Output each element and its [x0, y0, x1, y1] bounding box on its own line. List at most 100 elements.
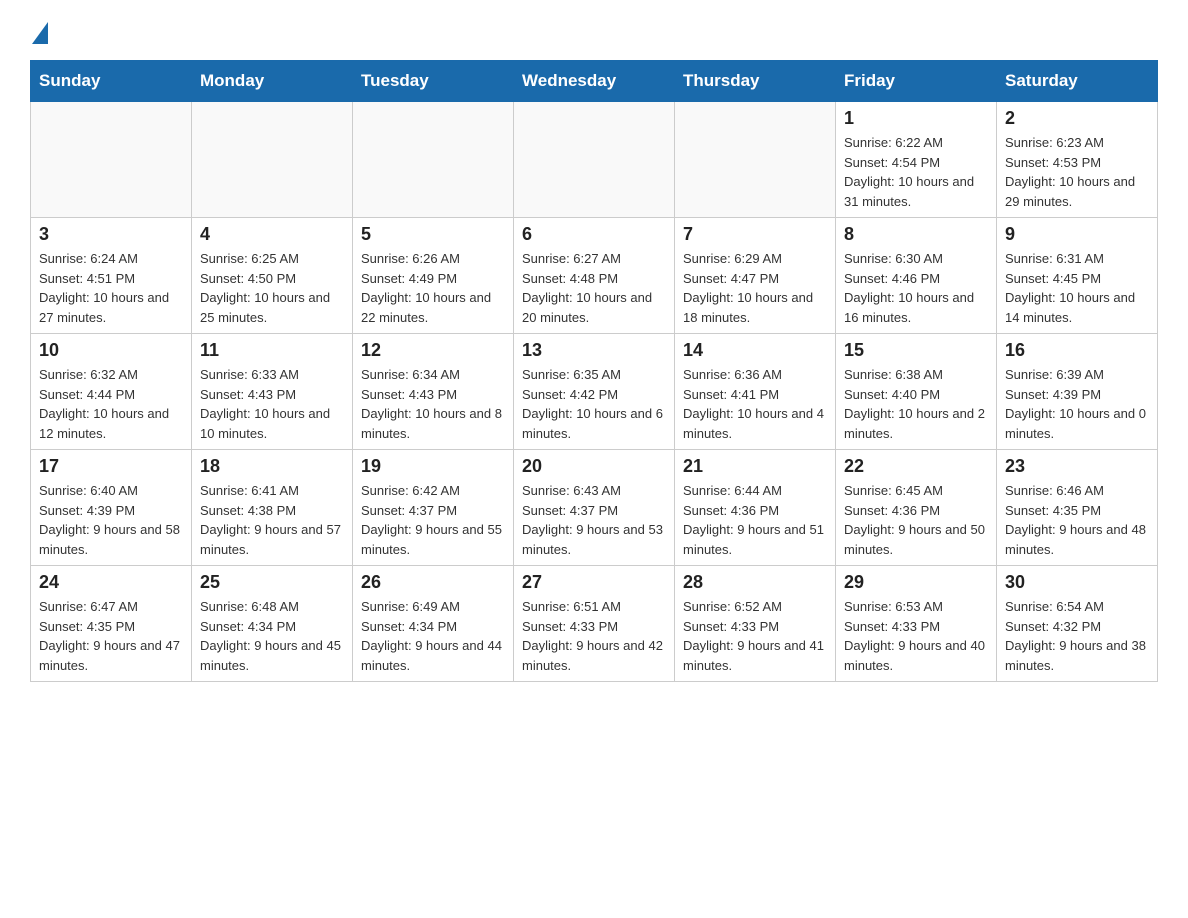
page-header — [30, 20, 1158, 40]
calendar-cell: 21 Sunrise: 6:44 AM Sunset: 4:36 PM Dayli… — [675, 450, 836, 566]
calendar-cell: 7 Sunrise: 6:29 AM Sunset: 4:47 PM Daylig… — [675, 218, 836, 334]
day-info: Sunrise: 6:38 AM Sunset: 4:40 PM Dayligh… — [844, 365, 988, 443]
calendar-cell: 17Sunrise: 6:40 AM Sunset: 4:39 PM Dayli… — [31, 450, 192, 566]
day-number: 22 — [844, 456, 988, 477]
days-of-week-row: SundayMondayTuesdayWednesdayThursdayFrid… — [31, 61, 1158, 102]
calendar-cell: 26Sunrise: 6:49 AM Sunset: 4:34 PM Dayli… — [353, 566, 514, 682]
calendar-cell: 6 Sunrise: 6:27 AM Sunset: 4:48 PM Daylig… — [514, 218, 675, 334]
day-info: Sunrise: 6:23 AM Sunset: 4:53 PM Dayligh… — [1005, 133, 1149, 211]
day-of-week-monday: Monday — [192, 61, 353, 102]
day-number: 14 — [683, 340, 827, 361]
day-number: 23 — [1005, 456, 1149, 477]
day-number: 12 — [361, 340, 505, 361]
day-info: Sunrise: 6:53 AM Sunset: 4:33 PM Dayligh… — [844, 597, 988, 675]
day-info: Sunrise: 6:41 AM Sunset: 4:38 PM Dayligh… — [200, 481, 344, 559]
day-info: Sunrise: 6:33 AM Sunset: 4:43 PM Dayligh… — [200, 365, 344, 443]
day-number: 2 — [1005, 108, 1149, 129]
day-info: Sunrise: 6:30 AM Sunset: 4:46 PM Dayligh… — [844, 249, 988, 327]
day-number: 30 — [1005, 572, 1149, 593]
calendar-cell: 8 Sunrise: 6:30 AM Sunset: 4:46 PM Daylig… — [836, 218, 997, 334]
day-info: Sunrise: 6:22 AM Sunset: 4:54 PM Dayligh… — [844, 133, 988, 211]
week-row-1: 1 Sunrise: 6:22 AM Sunset: 4:54 PM Daylig… — [31, 102, 1158, 218]
calendar-cell: 19Sunrise: 6:42 AM Sunset: 4:37 PM Dayli… — [353, 450, 514, 566]
calendar-table: SundayMondayTuesdayWednesdayThursdayFrid… — [30, 60, 1158, 682]
calendar-cell: 9Sunrise: 6:31 AM Sunset: 4:45 PM Daylig… — [997, 218, 1158, 334]
day-info: Sunrise: 6:24 AM Sunset: 4:51 PM Dayligh… — [39, 249, 183, 327]
week-row-3: 10 Sunrise: 6:32 AM Sunset: 4:44 PM Dayli… — [31, 334, 1158, 450]
calendar-cell: 22 Sunrise: 6:45 AM Sunset: 4:36 PM Dayli… — [836, 450, 997, 566]
week-row-4: 17Sunrise: 6:40 AM Sunset: 4:39 PM Dayli… — [31, 450, 1158, 566]
calendar-cell — [31, 102, 192, 218]
day-info: Sunrise: 6:26 AM Sunset: 4:49 PM Dayligh… — [361, 249, 505, 327]
day-number: 17 — [39, 456, 183, 477]
day-info: Sunrise: 6:45 AM Sunset: 4:36 PM Dayligh… — [844, 481, 988, 559]
day-number: 26 — [361, 572, 505, 593]
calendar-cell — [353, 102, 514, 218]
day-of-week-sunday: Sunday — [31, 61, 192, 102]
day-number: 29 — [844, 572, 988, 593]
day-of-week-wednesday: Wednesday — [514, 61, 675, 102]
calendar-cell: 15 Sunrise: 6:38 AM Sunset: 4:40 PM Dayli… — [836, 334, 997, 450]
calendar-cell: 29 Sunrise: 6:53 AM Sunset: 4:33 PM Dayli… — [836, 566, 997, 682]
calendar-cell: 13 Sunrise: 6:35 AM Sunset: 4:42 PM Dayli… — [514, 334, 675, 450]
calendar-cell: 27Sunrise: 6:51 AM Sunset: 4:33 PM Dayli… — [514, 566, 675, 682]
calendar-cell: 25 Sunrise: 6:48 AM Sunset: 4:34 PM Dayli… — [192, 566, 353, 682]
day-number: 5 — [361, 224, 505, 245]
day-number: 4 — [200, 224, 344, 245]
day-number: 15 — [844, 340, 988, 361]
calendar-cell: 16 Sunrise: 6:39 AM Sunset: 4:39 PM Dayli… — [997, 334, 1158, 450]
day-info: Sunrise: 6:39 AM Sunset: 4:39 PM Dayligh… — [1005, 365, 1149, 443]
day-info: Sunrise: 6:25 AM Sunset: 4:50 PM Dayligh… — [200, 249, 344, 327]
day-number: 10 — [39, 340, 183, 361]
week-row-2: 3 Sunrise: 6:24 AM Sunset: 4:51 PM Daylig… — [31, 218, 1158, 334]
day-number: 7 — [683, 224, 827, 245]
calendar-cell: 2 Sunrise: 6:23 AM Sunset: 4:53 PM Daylig… — [997, 102, 1158, 218]
day-number: 11 — [200, 340, 344, 361]
day-info: Sunrise: 6:47 AM Sunset: 4:35 PM Dayligh… — [39, 597, 183, 675]
week-row-5: 24 Sunrise: 6:47 AM Sunset: 4:35 PM Dayli… — [31, 566, 1158, 682]
day-info: Sunrise: 6:44 AM Sunset: 4:36 PM Dayligh… — [683, 481, 827, 559]
logo-triangle-icon — [32, 22, 48, 44]
calendar-cell: 11 Sunrise: 6:33 AM Sunset: 4:43 PM Dayli… — [192, 334, 353, 450]
day-number: 25 — [200, 572, 344, 593]
day-info: Sunrise: 6:46 AM Sunset: 4:35 PM Dayligh… — [1005, 481, 1149, 559]
calendar-cell — [675, 102, 836, 218]
calendar-cell: 3 Sunrise: 6:24 AM Sunset: 4:51 PM Daylig… — [31, 218, 192, 334]
day-number: 6 — [522, 224, 666, 245]
calendar-cell: 24 Sunrise: 6:47 AM Sunset: 4:35 PM Dayli… — [31, 566, 192, 682]
calendar-cell: 18 Sunrise: 6:41 AM Sunset: 4:38 PM Dayli… — [192, 450, 353, 566]
calendar-cell: 28 Sunrise: 6:52 AM Sunset: 4:33 PM Dayli… — [675, 566, 836, 682]
day-number: 8 — [844, 224, 988, 245]
day-info: Sunrise: 6:35 AM Sunset: 4:42 PM Dayligh… — [522, 365, 666, 443]
day-number: 21 — [683, 456, 827, 477]
day-info: Sunrise: 6:54 AM Sunset: 4:32 PM Dayligh… — [1005, 597, 1149, 675]
day-of-week-tuesday: Tuesday — [353, 61, 514, 102]
logo — [30, 20, 48, 40]
day-number: 20 — [522, 456, 666, 477]
day-number: 28 — [683, 572, 827, 593]
day-number: 1 — [844, 108, 988, 129]
day-info: Sunrise: 6:27 AM Sunset: 4:48 PM Dayligh… — [522, 249, 666, 327]
calendar-cell: 23 Sunrise: 6:46 AM Sunset: 4:35 PM Dayli… — [997, 450, 1158, 566]
calendar-cell — [192, 102, 353, 218]
day-number: 9 — [1005, 224, 1149, 245]
day-of-week-thursday: Thursday — [675, 61, 836, 102]
day-number: 3 — [39, 224, 183, 245]
day-number: 13 — [522, 340, 666, 361]
day-of-week-friday: Friday — [836, 61, 997, 102]
day-info: Sunrise: 6:32 AM Sunset: 4:44 PM Dayligh… — [39, 365, 183, 443]
calendar-cell: 12 Sunrise: 6:34 AM Sunset: 4:43 PM Dayli… — [353, 334, 514, 450]
day-info: Sunrise: 6:36 AM Sunset: 4:41 PM Dayligh… — [683, 365, 827, 443]
calendar-cell: 4 Sunrise: 6:25 AM Sunset: 4:50 PM Daylig… — [192, 218, 353, 334]
day-number: 24 — [39, 572, 183, 593]
day-info: Sunrise: 6:34 AM Sunset: 4:43 PM Dayligh… — [361, 365, 505, 443]
calendar-cell: 14 Sunrise: 6:36 AM Sunset: 4:41 PM Dayli… — [675, 334, 836, 450]
calendar-cell: 5 Sunrise: 6:26 AM Sunset: 4:49 PM Daylig… — [353, 218, 514, 334]
day-info: Sunrise: 6:52 AM Sunset: 4:33 PM Dayligh… — [683, 597, 827, 675]
day-info: Sunrise: 6:48 AM Sunset: 4:34 PM Dayligh… — [200, 597, 344, 675]
calendar-cell: 1 Sunrise: 6:22 AM Sunset: 4:54 PM Daylig… — [836, 102, 997, 218]
day-number: 18 — [200, 456, 344, 477]
day-info: Sunrise: 6:29 AM Sunset: 4:47 PM Dayligh… — [683, 249, 827, 327]
day-number: 16 — [1005, 340, 1149, 361]
calendar-cell: 20Sunrise: 6:43 AM Sunset: 4:37 PM Dayli… — [514, 450, 675, 566]
